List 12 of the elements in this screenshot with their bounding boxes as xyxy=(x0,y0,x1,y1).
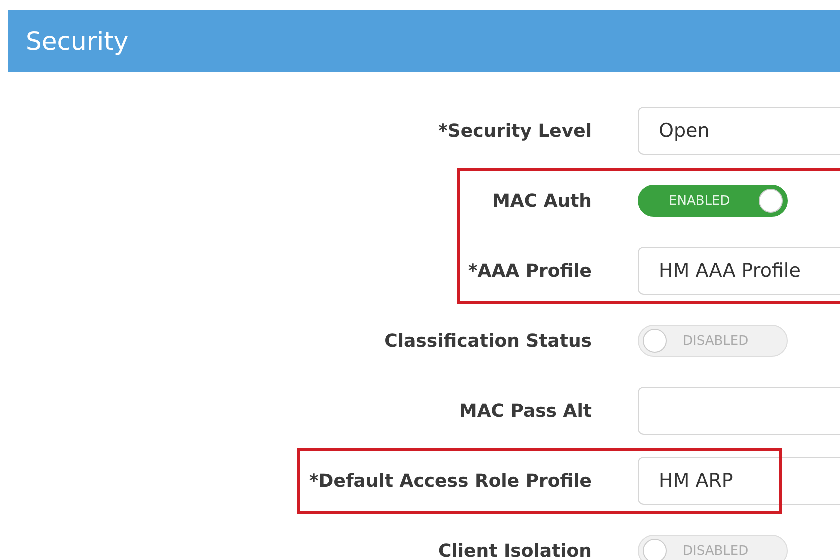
input-field[interactable] xyxy=(638,387,840,435)
field-label: MAC Pass Alt xyxy=(459,400,592,422)
input-field[interactable]: HM ARP xyxy=(638,457,840,505)
field-label: *Security Level xyxy=(438,120,592,142)
input-field[interactable]: HM AAA Profile xyxy=(638,247,840,295)
field-label: Client Isolation xyxy=(438,540,592,560)
field-label: MAC Auth xyxy=(492,190,592,212)
field-label: *AAA Profile xyxy=(468,260,592,282)
field-label: Classification Status xyxy=(384,330,592,352)
field-label: *Default Access Role Profile xyxy=(309,470,592,492)
section-title: Security xyxy=(26,26,129,56)
input-field[interactable]: Open xyxy=(638,107,840,155)
